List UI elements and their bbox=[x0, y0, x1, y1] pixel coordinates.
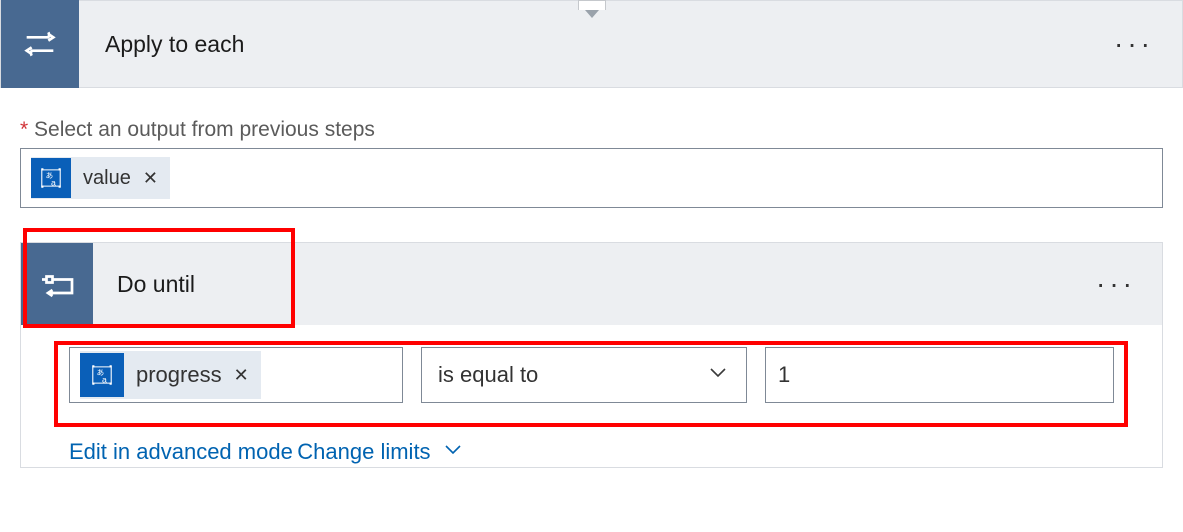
chevron-down-icon bbox=[706, 360, 730, 390]
svg-text:a: a bbox=[51, 178, 56, 188]
loop-icon bbox=[1, 0, 79, 88]
select-output-label: * Select an output from previous steps bbox=[20, 118, 1163, 142]
do-until-header[interactable]: Do until ··· bbox=[21, 243, 1162, 325]
translator-icon: あ a bbox=[80, 353, 124, 397]
chevron-down-icon bbox=[441, 437, 465, 467]
condition-operator-label: is equal to bbox=[438, 362, 538, 388]
select-output-label-text: Select an output from previous steps bbox=[34, 118, 375, 141]
edit-advanced-mode-label: Edit in advanced mode bbox=[69, 439, 293, 465]
condition-operator-select[interactable]: is equal to bbox=[421, 347, 747, 403]
remove-output-token-button[interactable]: ✕ bbox=[143, 168, 158, 189]
apply-to-each-title: Apply to each bbox=[79, 31, 1086, 58]
connector-arrow-down-icon bbox=[578, 0, 606, 10]
select-output-input[interactable]: あ a value ✕ bbox=[20, 148, 1163, 208]
do-until-title: Do until bbox=[93, 271, 1070, 298]
do-until-icon bbox=[21, 243, 93, 325]
condition-value-input-wrap[interactable] bbox=[765, 347, 1114, 403]
condition-left-token[interactable]: あ a progress ✕ bbox=[80, 351, 261, 399]
loop-icon-svg bbox=[20, 24, 60, 64]
change-limits-label: Change limits bbox=[297, 439, 430, 465]
condition-row: あ a progress ✕ is equal to bbox=[69, 347, 1114, 403]
required-asterisk: * bbox=[20, 118, 28, 141]
condition-left-input[interactable]: あ a progress ✕ bbox=[69, 347, 403, 403]
do-until-card: Do until ··· あ a bbox=[20, 242, 1163, 468]
change-limits-link[interactable]: Change limits bbox=[297, 437, 464, 467]
condition-left-token-label: progress bbox=[136, 362, 222, 388]
translator-icon: あ a bbox=[31, 158, 71, 198]
condition-value-input[interactable] bbox=[776, 348, 1103, 402]
svg-text:a: a bbox=[102, 375, 107, 385]
output-token-label: value bbox=[83, 167, 131, 190]
output-token-value[interactable]: あ a value ✕ bbox=[31, 157, 170, 199]
remove-condition-left-token-button[interactable]: ✕ bbox=[234, 365, 249, 386]
edit-advanced-mode-link[interactable]: Edit in advanced mode bbox=[69, 439, 293, 465]
apply-to-each-card: Apply to each ··· * Select an output fro… bbox=[0, 0, 1183, 468]
